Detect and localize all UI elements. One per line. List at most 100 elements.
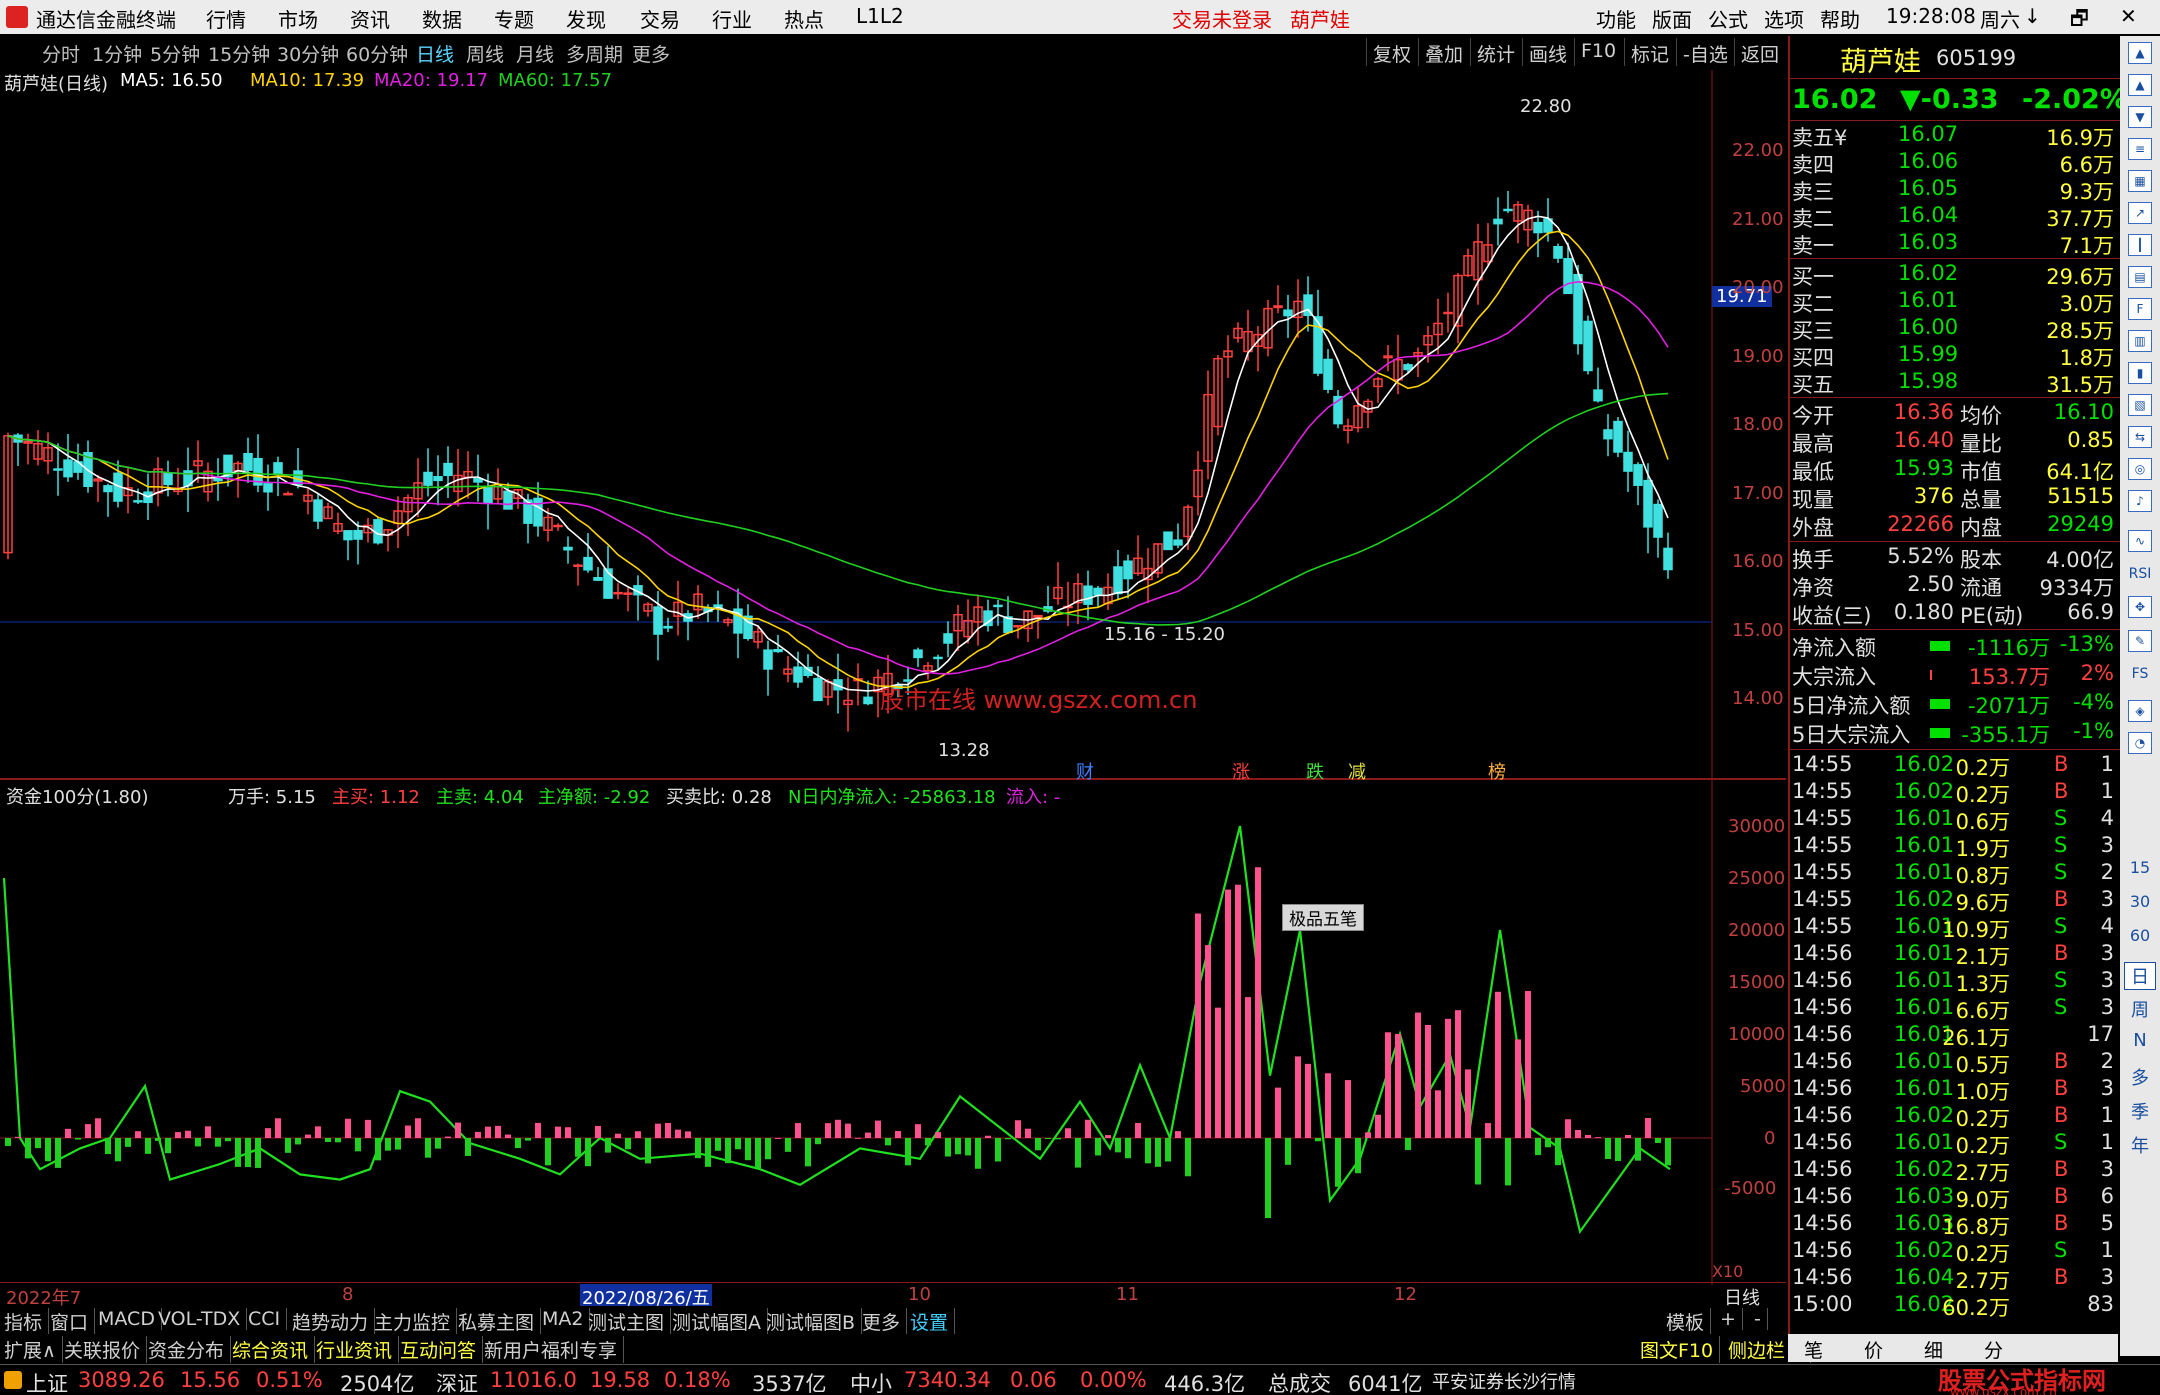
ask-row[interactable]: 卖一 16.03 7.1万 xyxy=(1790,230,2120,258)
panel-tab-xi[interactable]: 细 xyxy=(1924,1336,1943,1363)
bell-icon[interactable]: ♪ xyxy=(2128,490,2152,512)
tick-row[interactable]: 14:56 16.02 2.7万 B 3 xyxy=(1790,1157,2120,1185)
tab-ceshi-b[interactable]: 测试幅图B xyxy=(766,1308,863,1335)
bid-row[interactable]: 买五 15.98 31.5万 xyxy=(1790,369,2120,397)
tick-row[interactable]: 14:56 16.01 6.6万 S 3 xyxy=(1790,995,2120,1023)
panel-tab-jia[interactable]: 价 xyxy=(1864,1336,1883,1363)
rsi-button[interactable]: RSI xyxy=(2124,566,2156,582)
period-60-button[interactable]: 60 xyxy=(2124,926,2156,945)
pen-icon[interactable]: ✎ xyxy=(2128,630,2152,652)
menu-zhuanti[interactable]: 专题 xyxy=(494,4,534,33)
ask-row[interactable]: 卖二 16.04 37.7万 xyxy=(1790,203,2120,231)
ask-row[interactable]: 卖四 16.06 6.6万 xyxy=(1790,149,2120,177)
ask-row[interactable]: 卖三 16.05 9.3万 xyxy=(1790,176,2120,204)
menu-gongneng[interactable]: 功能 xyxy=(1596,4,1636,33)
trade-login-status[interactable]: 交易未登录 xyxy=(1172,4,1272,33)
menu-xuanxiang[interactable]: 选项 xyxy=(1764,4,1804,33)
sh-label[interactable]: 上证 xyxy=(26,1368,68,1395)
ext-f10[interactable]: 图文F10 xyxy=(1640,1336,1721,1363)
zx-label[interactable]: 中小 xyxy=(850,1368,892,1395)
panel-tab-bi[interactable]: 笔 xyxy=(1804,1336,1823,1363)
tab-cci[interactable]: CCI xyxy=(248,1308,288,1330)
tab-macd[interactable]: MACD xyxy=(98,1308,162,1330)
menu-shuju[interactable]: 数据 xyxy=(422,4,462,33)
tick-row[interactable]: 14:56 16.02 0.2万 S 1 xyxy=(1790,1238,2120,1266)
period-n-button[interactable]: N xyxy=(2124,1030,2156,1051)
zixuan-button[interactable]: -自选 xyxy=(1676,38,1734,66)
tab-ma2[interactable]: MA2 xyxy=(542,1308,591,1330)
bid-row[interactable]: 买三 16.00 28.5万 xyxy=(1790,315,2120,343)
fund-flow-chart[interactable] xyxy=(0,780,1786,1285)
remove-window-button[interactable]: - xyxy=(1754,1308,1768,1330)
menu-shichang[interactable]: 市场 xyxy=(278,4,318,33)
ext-newuser[interactable]: 新用户福利专享 xyxy=(484,1336,625,1363)
huaxian-button[interactable]: 画线 xyxy=(1522,38,1573,66)
tick-row[interactable]: 14:56 16.04 2.7万 B 3 xyxy=(1790,1265,2120,1293)
fuquan-button[interactable]: 复权 xyxy=(1366,38,1417,66)
pie-icon[interactable]: ◔ xyxy=(2128,732,2152,754)
tick-row[interactable]: 14:56 16.02 0.2万 B 1 xyxy=(1790,1103,2120,1131)
tick-row[interactable]: 14:55 16.01 1.9万 S 3 xyxy=(1790,833,2120,861)
period-weekly[interactable]: 周线 xyxy=(466,40,504,67)
template-button[interactable]: 模板 xyxy=(1666,1308,1712,1335)
down-icon[interactable]: ▼ xyxy=(2128,106,2152,128)
period-daily[interactable]: 日线 xyxy=(416,40,454,67)
tick-row[interactable]: 15:00 16.02 60.2万 83 xyxy=(1790,1292,2120,1320)
ext-guanlian[interactable]: 关联报价 xyxy=(64,1336,148,1363)
tick-row[interactable]: 14:56 16.03 16.8万 B 5 xyxy=(1790,1211,2120,1239)
chart-icon[interactable]: ▧ xyxy=(2128,394,2152,416)
tab-more[interactable]: 更多 xyxy=(862,1308,908,1335)
restore-icon[interactable]: 🗗 xyxy=(2070,4,2089,38)
circle-icon[interactable]: ◎ xyxy=(2128,458,2152,480)
kline-svg[interactable] xyxy=(0,70,1786,780)
fs-button[interactable]: FS xyxy=(2124,666,2156,682)
up-icon[interactable]: ▲ xyxy=(2128,74,2152,96)
period-monthly[interactable]: 月线 xyxy=(516,40,554,67)
tab-vol-tdx[interactable]: VOL-TDX xyxy=(158,1308,248,1330)
menu-jiaoyi[interactable]: 交易 xyxy=(640,4,680,33)
bid-row[interactable]: 买二 16.01 3.0万 xyxy=(1790,288,2120,316)
period-more[interactable]: 更多 xyxy=(632,40,670,67)
tick-row[interactable]: 14:56 16.01 0.2万 S 1 xyxy=(1790,1130,2120,1158)
sz-label[interactable]: 深证 xyxy=(436,1368,478,1395)
tick-row[interactable]: 14:55 16.02 0.2万 B 1 xyxy=(1790,779,2120,807)
period-5min[interactable]: 5分钟 xyxy=(150,40,200,67)
tab-zhuli[interactable]: 主力监控 xyxy=(374,1308,458,1335)
tab-ceshi-main[interactable]: 测试主图 xyxy=(588,1308,672,1335)
period-day-button[interactable]: 日 xyxy=(2124,962,2156,990)
f10-button[interactable]: F10 xyxy=(1574,38,1622,66)
tab-zhibiao[interactable]: 指标 xyxy=(4,1308,50,1335)
menu-hangqing[interactable]: 行情 xyxy=(206,4,246,33)
ext-hudong[interactable]: 互动问答 xyxy=(400,1336,484,1363)
bid-row[interactable]: 买一 16.02 29.6万 xyxy=(1790,261,2120,289)
fund-flow-svg[interactable] xyxy=(0,780,1786,1285)
doc-icon[interactable]: ▥ xyxy=(2128,330,2152,352)
bid-row[interactable]: 买四 15.99 1.8万 xyxy=(1790,342,2120,370)
list-icon[interactable]: ≡ xyxy=(2128,138,2152,160)
add-window-button[interactable]: + xyxy=(1720,1308,1743,1330)
tick-row[interactable]: 14:56 16.01 26.1万 17 xyxy=(1790,1022,2120,1050)
menu-zixun[interactable]: 资讯 xyxy=(350,4,390,33)
compare-icon[interactable]: ⇆ xyxy=(2128,426,2152,448)
table-icon[interactable]: ▤ xyxy=(2128,266,2152,288)
menu-bangzhu[interactable]: 帮助 xyxy=(1820,4,1860,33)
tick-row[interactable]: 14:55 16.01 0.6万 S 4 xyxy=(1790,806,2120,834)
period-15min[interactable]: 15分钟 xyxy=(208,40,270,67)
period-fenshi[interactable]: 分时 xyxy=(42,40,80,67)
ext-toggle[interactable]: 扩展∧ xyxy=(4,1336,63,1363)
tick-row[interactable]: 14:56 16.03 9.0万 B 6 xyxy=(1790,1184,2120,1212)
minimize-icon[interactable]: ↓ xyxy=(2024,4,2041,28)
close-icon[interactable]: ✕ xyxy=(2120,4,2137,28)
move-icon[interactable]: ✥ xyxy=(2128,596,2152,618)
tab-qushi[interactable]: 趋势动力 xyxy=(292,1308,376,1335)
period-30-button[interactable]: 30 xyxy=(2124,892,2156,911)
tick-row[interactable]: 14:56 16.01 2.1万 B 3 xyxy=(1790,941,2120,969)
menu-redian[interactable]: 热点 xyxy=(784,4,824,33)
menu-banmian[interactable]: 版面 xyxy=(1652,4,1692,33)
period-year-button[interactable]: 年 xyxy=(2124,1132,2156,1158)
grid-icon[interactable]: ▦ xyxy=(2128,170,2152,192)
tab-chuangkou[interactable]: 窗口 xyxy=(50,1308,96,1335)
collapse-icon[interactable]: ▲ xyxy=(2128,42,2152,64)
tick-row[interactable]: 14:56 16.01 1.3万 S 3 xyxy=(1790,968,2120,996)
period-multi[interactable]: 多周期 xyxy=(566,40,623,67)
